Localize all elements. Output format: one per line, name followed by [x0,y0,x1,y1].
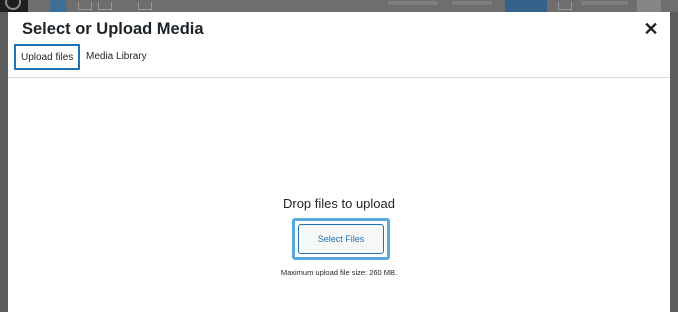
add-block-button-backdrop [50,0,66,12]
publish-button-backdrop [505,0,547,12]
tool-icon-backdrop [78,2,92,10]
editor-toolbar-backdrop [0,0,678,12]
avatar-backdrop [637,0,661,12]
close-button[interactable]: ✕ [640,18,662,40]
backdrop-right [670,12,678,312]
select-files-highlight: Select Files [292,218,390,260]
undo-icon-backdrop [98,2,112,10]
close-icon: ✕ [643,18,659,39]
select-files-button[interactable]: Select Files [298,224,384,254]
settings-icon-backdrop [558,2,572,10]
media-modal: Select or Upload Media ✕ Upload files Me… [8,12,670,312]
max-upload-size-text: Maximum upload file size: 260 MB. [280,268,398,277]
backdrop-left [0,12,8,312]
list-view-icon-backdrop [138,2,152,10]
tab-media-library[interactable]: Media Library [80,44,153,70]
media-tabs: Upload files Media Library [8,44,670,78]
wordpress-logo [0,0,28,12]
drop-files-heading: Drop files to upload [282,196,395,211]
tab-upload-files[interactable]: Upload files [14,44,81,70]
modal-title: Select or Upload Media [22,20,204,38]
save-draft-backdrop [388,1,438,5]
plugin-button-backdrop [582,1,628,5]
preview-backdrop [452,1,492,5]
